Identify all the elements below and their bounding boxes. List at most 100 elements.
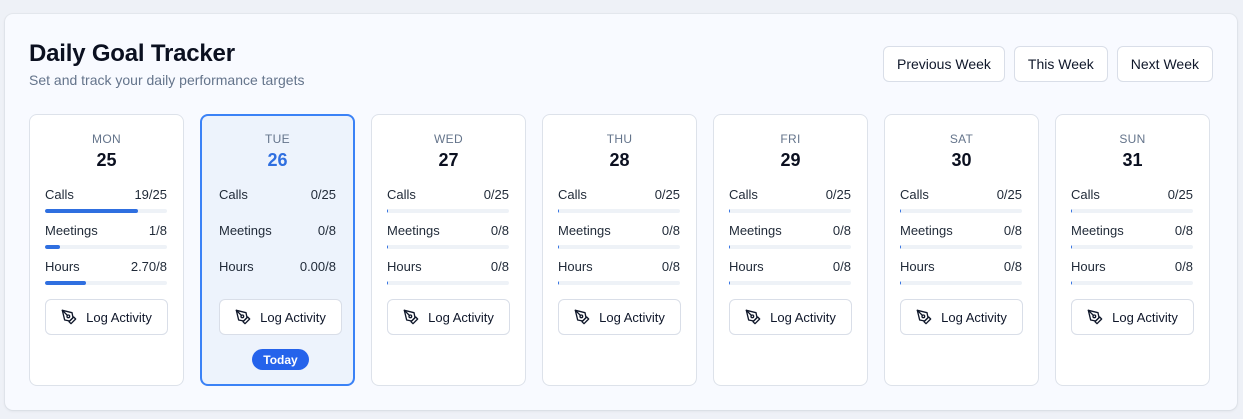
progress-track [900,245,1022,249]
progress-fill [729,281,730,285]
log-activity-label: Log Activity [1112,309,1178,325]
metric-value: 0/25 [310,187,336,202]
page-subtitle: Set and track your daily performance tar… [29,72,305,88]
progress-fill [900,281,901,285]
day-date: 25 [96,150,117,170]
metric-label: Calls [219,187,248,202]
metric-label: Calls [900,187,929,202]
metric-value: 0/8 [832,223,851,238]
progress-fill [1071,245,1072,249]
metric-value: 0/8 [1003,223,1022,238]
progress-track [45,209,167,213]
day-cards: MON 25 Calls 19/25 Meetings 1/8 Hours 2.… [29,114,1210,386]
metric-label: Meetings [387,223,440,238]
day-name: WED [434,132,463,146]
progress-fill [558,245,559,249]
pen-nib-icon [403,309,419,325]
metric-meetings: Meetings 0/8 [729,223,851,249]
day-name: SUN [1119,132,1146,146]
metric-label: Hours [1071,259,1106,274]
metric-label: Hours [729,259,764,274]
metric-label: Meetings [219,223,272,238]
day-name: THU [606,132,633,146]
pen-nib-icon [235,309,251,325]
metric-calls: Calls 0/25 [900,187,1022,213]
progress-track [558,245,680,249]
pen-nib-icon [745,309,761,325]
log-activity-label: Log Activity [599,309,665,325]
metric-meetings: Meetings 0/8 [558,223,680,249]
metric-value: 0/8 [490,223,509,238]
log-activity-button[interactable]: Log Activity [387,299,510,335]
today-badge: Today [252,349,309,370]
metric-label: Calls [1071,187,1100,202]
metric-value: 0/25 [654,187,680,202]
progress-fill [45,281,87,285]
week-navigation: Previous Week This Week Next Week [883,46,1213,82]
page-title: Daily Goal Tracker [29,40,235,67]
progress-track [558,209,680,213]
metric-value: 0/8 [1174,223,1193,238]
next-week-button[interactable]: Next Week [1116,46,1213,82]
metric-meetings: Meetings 0/8 [1071,223,1193,249]
progress-fill [900,209,901,213]
metric-value: 0/8 [490,259,509,274]
log-activity-button[interactable]: Log Activity [45,299,168,335]
progress-fill [729,245,730,249]
metric-label: Hours [45,259,80,274]
log-activity-button[interactable]: Log Activity [219,299,342,335]
metric-label: Calls [729,187,758,202]
log-activity-button[interactable]: Log Activity [900,299,1023,335]
progress-track [387,209,509,213]
day-date: 26 [267,150,288,170]
metric-value: 0/8 [1003,259,1022,274]
progress-fill [45,245,61,249]
log-activity-button[interactable]: Log Activity [558,299,681,335]
metric-calls: Calls 19/25 [45,187,167,213]
log-activity-label: Log Activity [428,309,494,325]
log-activity-label: Log Activity [260,309,326,325]
metric-label: Calls [558,187,587,202]
log-activity-button[interactable]: Log Activity [729,299,852,335]
progress-fill [45,209,138,213]
day-date: 29 [780,150,801,170]
this-week-button[interactable]: This Week [1013,46,1108,82]
metric-value: 0.00/8 [299,259,336,274]
day-card-tue: TUE 26 Calls 0/25 Meetings 0/8 Hours 0.00… [200,114,355,386]
progress-fill [387,245,388,249]
metric-value: 0/25 [996,187,1022,202]
metric-label: Hours [558,259,593,274]
metric-value: 0/25 [483,187,509,202]
metric-value: 0/8 [661,259,680,274]
metric-value: 0/8 [317,223,336,238]
metric-label: Hours [387,259,422,274]
previous-week-button[interactable]: Previous Week [883,46,1005,82]
metric-value: 0/8 [832,259,851,274]
day-date: 27 [438,150,459,170]
progress-track [387,245,509,249]
metric-hours: Hours 0.00/8 [219,259,336,274]
metric-meetings: Meetings 0/8 [900,223,1022,249]
progress-fill [558,209,559,213]
day-card-wed: WED 27 Calls 0/25 Meetings 0/8 Hours 0/8… [371,114,526,386]
day-card-sat: SAT 30 Calls 0/25 Meetings 0/8 Hours 0/8… [884,114,1039,386]
progress-track [729,245,851,249]
metric-hours: Hours 0/8 [729,259,851,285]
progress-track [1071,209,1193,213]
day-card-sun: SUN 31 Calls 0/25 Meetings 0/8 Hours 0/8… [1055,114,1210,386]
pen-nib-icon [61,309,77,325]
log-activity-label: Log Activity [770,309,836,325]
metric-hours: Hours 0/8 [1071,259,1193,285]
metric-label: Meetings [900,223,953,238]
day-date: 30 [951,150,972,170]
progress-track [45,281,167,285]
goal-tracker-panel: Daily Goal Tracker Set and track your da… [5,14,1237,410]
metric-label: Calls [387,187,416,202]
day-date: 28 [609,150,630,170]
progress-track [900,281,1022,285]
metric-calls: Calls 0/25 [729,187,851,213]
metric-hours: Hours 0/8 [387,259,509,285]
metric-label: Calls [45,187,74,202]
log-activity-button[interactable]: Log Activity [1071,299,1194,335]
progress-track [1071,245,1193,249]
